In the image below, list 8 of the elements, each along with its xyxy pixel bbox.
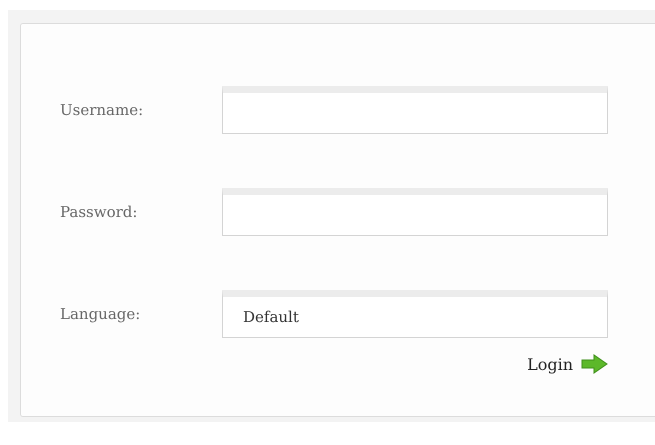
arrow-right-icon [581, 354, 608, 374]
username-field[interactable] [222, 86, 608, 134]
login-button[interactable]: Login [527, 352, 608, 376]
field-label: Language: [60, 305, 142, 323]
field-label: Password: [60, 203, 138, 221]
language-select[interactable]: Default [222, 290, 608, 338]
field-label: Username: [60, 101, 144, 119]
password-field[interactable] [222, 188, 608, 236]
